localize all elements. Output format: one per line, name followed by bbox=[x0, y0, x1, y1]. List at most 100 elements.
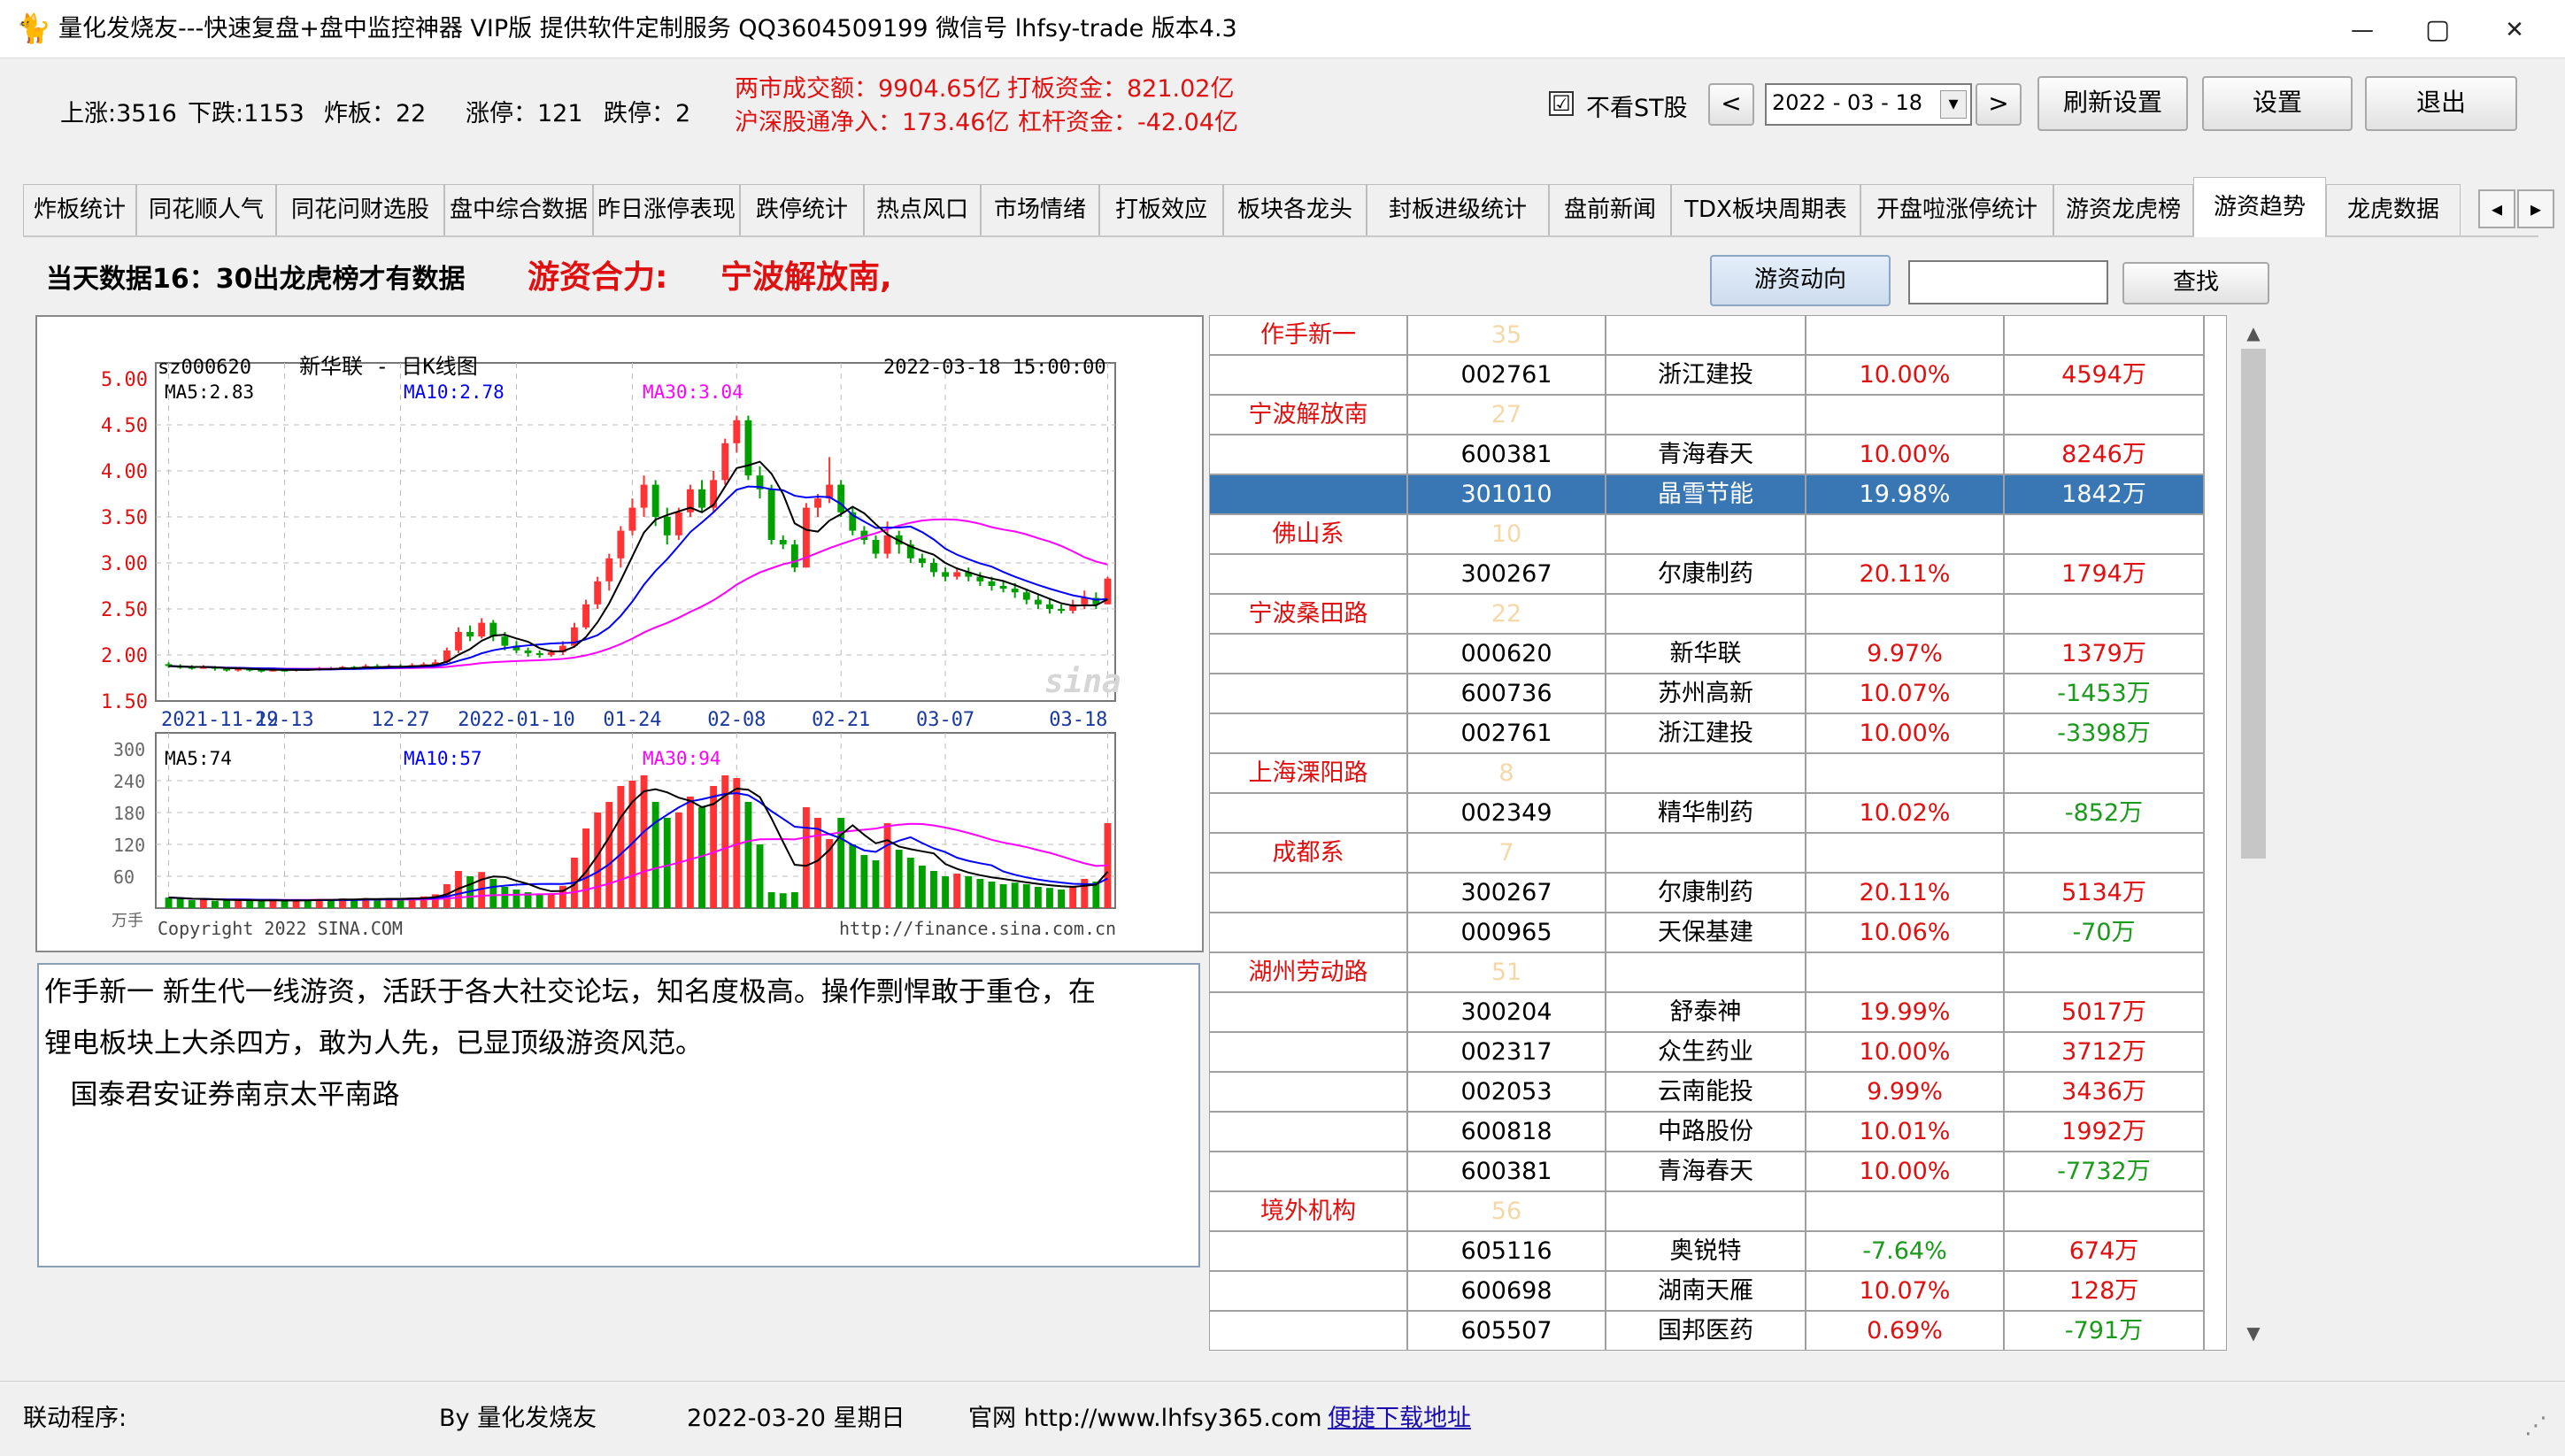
scroll-up-icon[interactable]: ▲ bbox=[2241, 320, 2266, 345]
candle-body bbox=[1046, 604, 1053, 609]
group-row[interactable]: 境外机构 56 bbox=[1210, 1192, 2205, 1232]
tab-2[interactable]: 同花顺人气 bbox=[136, 184, 276, 235]
stock-name: 国邦医药 bbox=[1606, 1312, 1806, 1350]
tab-12[interactable]: 盘前新闻 bbox=[1549, 184, 1671, 235]
tab-6[interactable]: 跌停统计 bbox=[740, 184, 864, 235]
tab-3[interactable]: 同花问财选股 bbox=[276, 184, 444, 235]
tab-10[interactable]: 板块各龙头 bbox=[1223, 184, 1367, 235]
date-picker[interactable]: 2022 - 03 - 18 ▾ bbox=[1765, 83, 1972, 126]
settings-button[interactable]: 设置 bbox=[2202, 76, 2353, 131]
scroll-thumb[interactable] bbox=[2241, 349, 2266, 859]
scroll-down-icon[interactable]: ▼ bbox=[2241, 1321, 2266, 1345]
hotmoney-name: 成都系 bbox=[1210, 834, 1408, 874]
candle-body bbox=[535, 652, 543, 655]
tab-5[interactable]: 昨日涨停表现 bbox=[593, 184, 740, 235]
candle-body bbox=[547, 651, 555, 655]
empty-cell bbox=[1210, 913, 1408, 953]
tab-8[interactable]: 市场情绪 bbox=[981, 184, 1099, 235]
empty-cell bbox=[1210, 993, 1408, 1033]
volume-bar bbox=[651, 802, 659, 908]
table-row[interactable]: 600381 青海春天 10.00% 8246万 bbox=[1210, 435, 2205, 475]
tab-4[interactable]: 盘中综合数据 bbox=[444, 184, 593, 235]
table-row[interactable]: 300267 尔康制药 20.11% 5134万 bbox=[1210, 874, 2205, 913]
table-row[interactable]: 600736 苏州高新 10.07% -1453万 bbox=[1210, 674, 2205, 714]
stock-code: 600381 bbox=[1408, 1152, 1606, 1192]
change-pct: 10.07% bbox=[1806, 1272, 2005, 1312]
table-row[interactable]: 600818 中路股份 10.01% 1992万 bbox=[1210, 1113, 2205, 1152]
table-row[interactable]: 600381 青海春天 10.00% -7732万 bbox=[1210, 1152, 2205, 1192]
source-url-text: http://finance.sina.com.cn bbox=[839, 918, 1116, 939]
volume-bar bbox=[860, 855, 868, 908]
volume-bar bbox=[547, 893, 555, 908]
net-buy: 674万 bbox=[2005, 1232, 2205, 1272]
exit-button[interactable]: 退出 bbox=[2365, 76, 2517, 131]
tab-17[interactable]: 龙虎数据 bbox=[2326, 184, 2461, 235]
stock-name: 青海春天 bbox=[1606, 1152, 1806, 1192]
prev-date-button[interactable]: < bbox=[1708, 83, 1754, 126]
group-row[interactable]: 成都系 7 bbox=[1210, 834, 2205, 874]
candle-body bbox=[779, 540, 787, 545]
group-row[interactable]: 宁波桑田路 22 bbox=[1210, 595, 2205, 635]
tab-15[interactable]: 游资龙虎榜 bbox=[2053, 184, 2193, 235]
chevron-down-icon[interactable]: ▾ bbox=[1940, 90, 1967, 119]
table-row[interactable]: 000620 新华联 9.97% 1379万 bbox=[1210, 635, 2205, 674]
table-row[interactable]: 300204 舒泰神 19.99% 5017万 bbox=[1210, 993, 2205, 1033]
group-row[interactable]: 湖州劳动路 51 bbox=[1210, 953, 2205, 993]
group-row[interactable]: 宁波解放南 27 bbox=[1210, 396, 2205, 435]
minimize-button[interactable]: — bbox=[2337, 11, 2388, 50]
table-row[interactable]: 002349 精华制药 10.02% -852万 bbox=[1210, 794, 2205, 834]
volume-bar bbox=[327, 900, 335, 908]
volume-bar bbox=[165, 897, 173, 908]
table-row[interactable]: 002317 众生药业 10.00% 3712万 bbox=[1210, 1033, 2205, 1073]
tab-scroll-left-icon[interactable]: ◂ bbox=[2478, 189, 2515, 228]
volume-bar bbox=[790, 892, 798, 908]
close-button[interactable]: ✕ bbox=[2489, 11, 2540, 50]
table-row[interactable]: 605507 国邦医药 0.69% -791万 bbox=[1210, 1312, 2205, 1350]
date-value: 2022 - 03 - 18 bbox=[1772, 90, 1922, 115]
table-row[interactable]: 002761 浙江建投 10.00% 4594万 bbox=[1210, 356, 2205, 396]
description-box[interactable]: 作手新一 新生代一线游资，活跃于各大社交论坛，知名度极高。操作剽悍敢于重仓，在 … bbox=[37, 963, 1200, 1267]
tab-1[interactable]: 炸板统计 bbox=[23, 184, 136, 235]
tab-7[interactable]: 热点风口 bbox=[864, 184, 981, 235]
table-row[interactable]: 000965 天保基建 10.06% -70万 bbox=[1210, 913, 2205, 953]
table-row[interactable]: 300267 尔康制药 20.11% 1794万 bbox=[1210, 555, 2205, 595]
empty-cell bbox=[1210, 874, 1408, 913]
tab-scroll-right-icon[interactable]: ▸ bbox=[2517, 189, 2554, 228]
table-row[interactable]: 605116 奥锐特 -7.64% 674万 bbox=[1210, 1232, 2205, 1272]
change-pct: 9.99% bbox=[1806, 1073, 2005, 1113]
next-date-button[interactable]: > bbox=[1976, 83, 2022, 126]
flow-button[interactable]: 游资动向 bbox=[1710, 255, 1891, 306]
tab-9[interactable]: 打板效应 bbox=[1099, 184, 1223, 235]
empty-cell bbox=[1806, 834, 2005, 874]
net-buy: 1842万 bbox=[2005, 475, 2205, 515]
stock-code: 600381 bbox=[1408, 435, 1606, 475]
volume-bar bbox=[779, 893, 787, 908]
table-row[interactable]: 600698 湖南天雁 10.07% 128万 bbox=[1210, 1272, 2205, 1312]
hide-st-checkbox[interactable]: ☑ bbox=[1549, 91, 1574, 116]
empty-cell bbox=[1210, 1272, 1408, 1312]
refresh-settings-button[interactable]: 刷新设置 bbox=[2037, 76, 2188, 131]
search-button[interactable]: 查找 bbox=[2122, 262, 2269, 304]
download-link[interactable]: 便捷下载地址 bbox=[1328, 1398, 1471, 1433]
net-buy: -852万 bbox=[2005, 794, 2205, 834]
group-row[interactable]: 作手新一 35 bbox=[1210, 316, 2205, 356]
tab-16[interactable]: 游资趋势 bbox=[2193, 177, 2326, 237]
volume-bar bbox=[918, 866, 926, 908]
group-row[interactable]: 佛山系 10 bbox=[1210, 515, 2205, 555]
stock-code: 000620 bbox=[1408, 635, 1606, 674]
candle-body bbox=[930, 563, 937, 573]
tab-11[interactable]: 封板进级统计 bbox=[1367, 184, 1549, 235]
group-row[interactable]: 上海溧阳路 8 bbox=[1210, 754, 2205, 794]
search-input[interactable] bbox=[1908, 260, 2108, 304]
candle-body bbox=[617, 530, 625, 559]
date-tick-label: 02-21 bbox=[812, 709, 870, 731]
table-row[interactable]: 301010 晶雪节能 19.98% 1842万 bbox=[1210, 475, 2205, 515]
maximize-button[interactable]: ▢ bbox=[2412, 11, 2463, 50]
tab-14[interactable]: 开盘啦涨停统计 bbox=[1860, 184, 2053, 235]
tab-13[interactable]: TDX板块周期表 bbox=[1671, 184, 1860, 235]
net-buy: 5134万 bbox=[2005, 874, 2205, 913]
table-row[interactable]: 002053 云南能投 9.99% 3436万 bbox=[1210, 1073, 2205, 1113]
table-row[interactable]: 002761 浙江建投 10.00% -3398万 bbox=[1210, 714, 2205, 754]
group-count: 56 bbox=[1408, 1192, 1606, 1232]
resize-grip-icon[interactable]: ⋰ bbox=[2524, 1413, 2547, 1439]
